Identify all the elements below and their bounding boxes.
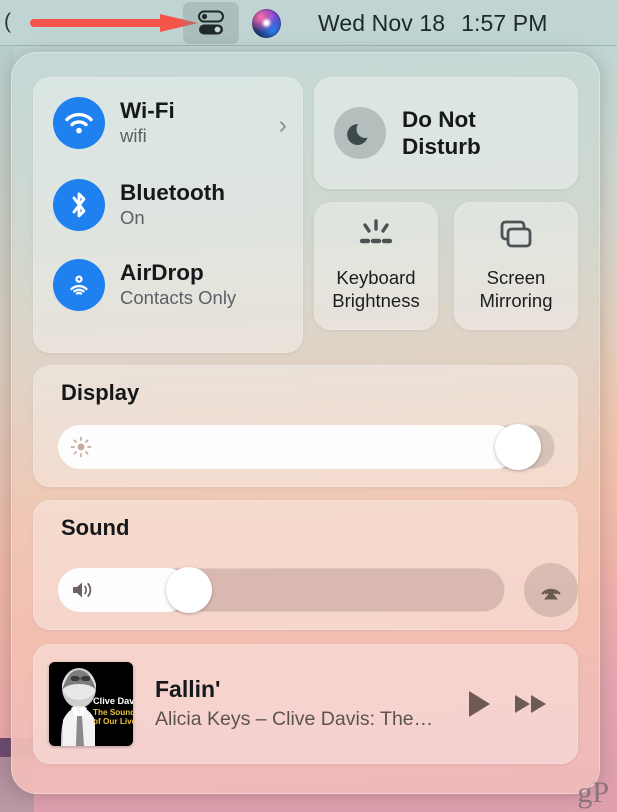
display-section-title: Display bbox=[61, 380, 140, 405]
control-center-menubar-button[interactable] bbox=[183, 2, 239, 44]
now-playing-controls bbox=[466, 689, 548, 719]
display-slider-fill bbox=[58, 425, 519, 469]
wifi-row[interactable]: Wi-Fi wifi › bbox=[33, 77, 303, 169]
play-icon[interactable] bbox=[466, 689, 492, 719]
keyboard-brightness-label: Keyboard Brightness bbox=[332, 267, 419, 312]
sound-volume-slider[interactable] bbox=[58, 567, 505, 613]
airdrop-row[interactable]: AirDrop Contacts Only bbox=[33, 239, 303, 331]
control-center-panel: Wi-Fi wifi › Bluetooth On AirDrop Contac… bbox=[11, 52, 600, 794]
screen-mirroring-icon bbox=[500, 221, 532, 248]
menubar-left-glyph: ( bbox=[4, 10, 11, 33]
svg-text:Clive Davis: Clive Davis bbox=[93, 696, 133, 706]
chevron-right-icon[interactable]: › bbox=[279, 111, 287, 140]
airplay-audio-button[interactable] bbox=[524, 563, 578, 617]
sound-section-title: Sound bbox=[61, 515, 130, 540]
bluetooth-status: On bbox=[120, 207, 145, 229]
display-card: Display bbox=[33, 365, 578, 487]
bluetooth-row[interactable]: Bluetooth On bbox=[33, 159, 303, 251]
dnd-line-1: Do Not bbox=[402, 106, 476, 132]
screen: ( Wed Nov 18 1:57 PM Wi-Fi wifi › Blueto… bbox=[0, 0, 617, 812]
kb-line-1: Keyboard bbox=[336, 267, 416, 289]
brightness-sun-icon bbox=[70, 436, 92, 458]
control-center-toggles-icon bbox=[198, 10, 224, 35]
airdrop-title: AirDrop bbox=[120, 259, 204, 285]
display-slider-knob[interactable] bbox=[495, 424, 542, 470]
connectivity-card: Wi-Fi wifi › Bluetooth On AirDrop Contac… bbox=[33, 77, 303, 353]
now-playing-title: Fallin' bbox=[155, 675, 221, 702]
svg-text:of Our Lives: of Our Lives bbox=[93, 717, 133, 726]
now-playing-subtitle: Alicia Keys – Clive Davis: The… bbox=[155, 708, 434, 731]
bluetooth-icon bbox=[53, 179, 105, 231]
siri-orb-icon[interactable] bbox=[252, 9, 281, 38]
sound-slider-knob[interactable] bbox=[166, 567, 213, 613]
menubar-time: 1:57 PM bbox=[461, 9, 548, 36]
watermark: gP bbox=[577, 776, 609, 809]
moon-icon bbox=[334, 107, 386, 159]
do-not-disturb-label: Do Not Disturb bbox=[402, 106, 481, 161]
svg-text:The Soundtrack: The Soundtrack bbox=[93, 708, 133, 717]
wifi-icon bbox=[53, 97, 105, 149]
sound-card: Sound bbox=[33, 500, 578, 630]
display-brightness-slider[interactable] bbox=[58, 424, 555, 470]
kb-line-2: Brightness bbox=[332, 290, 420, 311]
bluetooth-title: Bluetooth bbox=[120, 179, 225, 205]
do-not-disturb-card[interactable]: Do Not Disturb bbox=[314, 77, 578, 189]
screen-mirroring-label: Screen Mirroring bbox=[480, 267, 553, 312]
menubar-clock[interactable]: Wed Nov 18 1:57 PM bbox=[318, 0, 548, 46]
airplay-audio-icon bbox=[541, 588, 561, 600]
album-artwork: Clive Davis The Soundtrack of Our Lives bbox=[49, 662, 133, 746]
dnd-line-2: Disturb bbox=[402, 134, 481, 159]
menu-bar: ( Wed Nov 18 1:57 PM bbox=[0, 0, 617, 46]
airdrop-status: Contacts Only bbox=[120, 287, 237, 309]
fast-forward-icon[interactable] bbox=[514, 691, 548, 717]
speaker-volume-icon bbox=[73, 582, 92, 598]
wifi-status: wifi bbox=[120, 125, 147, 147]
wifi-title: Wi-Fi bbox=[120, 97, 175, 123]
screen-mirroring-tile[interactable]: Screen Mirroring bbox=[454, 202, 578, 330]
sm-line-2: Mirroring bbox=[479, 290, 553, 311]
airdrop-icon bbox=[53, 259, 105, 311]
menubar-date: Wed Nov 18 bbox=[318, 9, 446, 36]
now-playing-card: Clive Davis The Soundtrack of Our Lives … bbox=[33, 644, 578, 764]
keyboard-brightness-icon bbox=[359, 219, 393, 244]
keyboard-brightness-tile[interactable]: Keyboard Brightness bbox=[314, 202, 438, 330]
red-arrow-annotation bbox=[30, 14, 198, 32]
sm-line-1: Screen bbox=[486, 267, 546, 289]
